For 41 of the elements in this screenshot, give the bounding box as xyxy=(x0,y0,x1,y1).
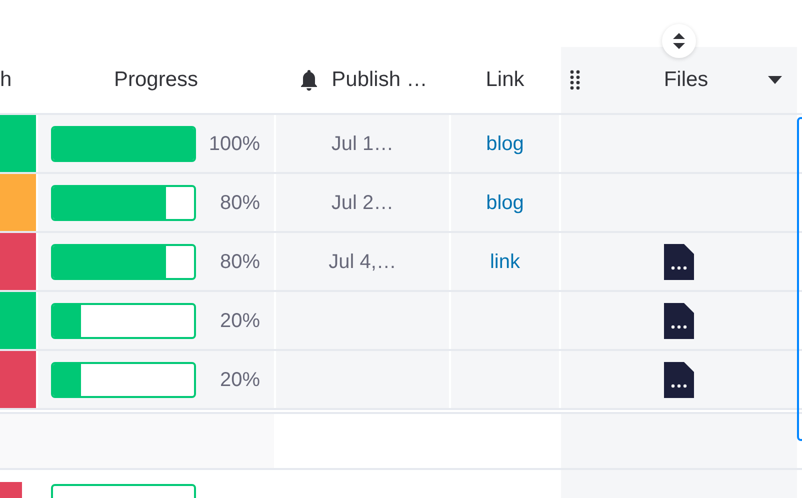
files-cell[interactable] xyxy=(561,115,797,172)
status-cell[interactable] xyxy=(0,174,36,231)
date-cell[interactable] xyxy=(276,292,449,349)
sort-icon xyxy=(672,32,686,50)
caret-icon[interactable] xyxy=(767,75,783,85)
drag-handle-icon[interactable] xyxy=(569,69,581,91)
file-icon[interactable] xyxy=(664,302,694,338)
status-cell[interactable] xyxy=(0,233,36,290)
progress-percent: 80% xyxy=(220,190,260,216)
link[interactable]: blog xyxy=(486,188,524,218)
link-cell[interactable] xyxy=(451,292,559,349)
files-cell[interactable] xyxy=(561,292,797,349)
date-cell[interactable]: Jul 2… xyxy=(276,174,449,231)
sort-button[interactable] xyxy=(662,24,696,58)
progress-percent: 20% xyxy=(220,308,260,334)
file-icon[interactable] xyxy=(664,362,694,398)
link[interactable]: blog xyxy=(486,128,524,158)
date-cell[interactable]: Jul 1… xyxy=(276,115,449,172)
link-cell[interactable]: link xyxy=(451,233,559,290)
file-icon[interactable] xyxy=(664,244,694,280)
files-cell[interactable] xyxy=(561,174,797,231)
progress-percent: 20% xyxy=(220,368,260,392)
link-cell[interactable] xyxy=(451,351,559,408)
status-cell[interactable] xyxy=(0,115,36,172)
status-cell[interactable] xyxy=(0,292,36,349)
link-cell[interactable]: blog xyxy=(451,115,559,172)
column-title: Files xyxy=(664,67,708,94)
column-header[interactable]: Progress xyxy=(114,64,198,96)
progress-percent: 80% xyxy=(220,250,260,274)
column-header[interactable]: Files xyxy=(561,47,797,113)
date-cell[interactable] xyxy=(276,351,449,408)
column-header[interactable]: Publish … xyxy=(332,64,428,96)
progress-percent: 100% xyxy=(208,132,260,156)
date-cell[interactable]: Jul 4,… xyxy=(276,233,449,290)
column-header[interactable]: Link xyxy=(486,64,524,96)
column-header: h xyxy=(0,67,12,94)
link[interactable]: link xyxy=(490,246,520,276)
files-cell[interactable] xyxy=(561,233,797,290)
link-cell[interactable]: blog xyxy=(451,174,559,231)
files-cell[interactable] xyxy=(561,351,797,408)
status-cell[interactable] xyxy=(0,351,36,408)
